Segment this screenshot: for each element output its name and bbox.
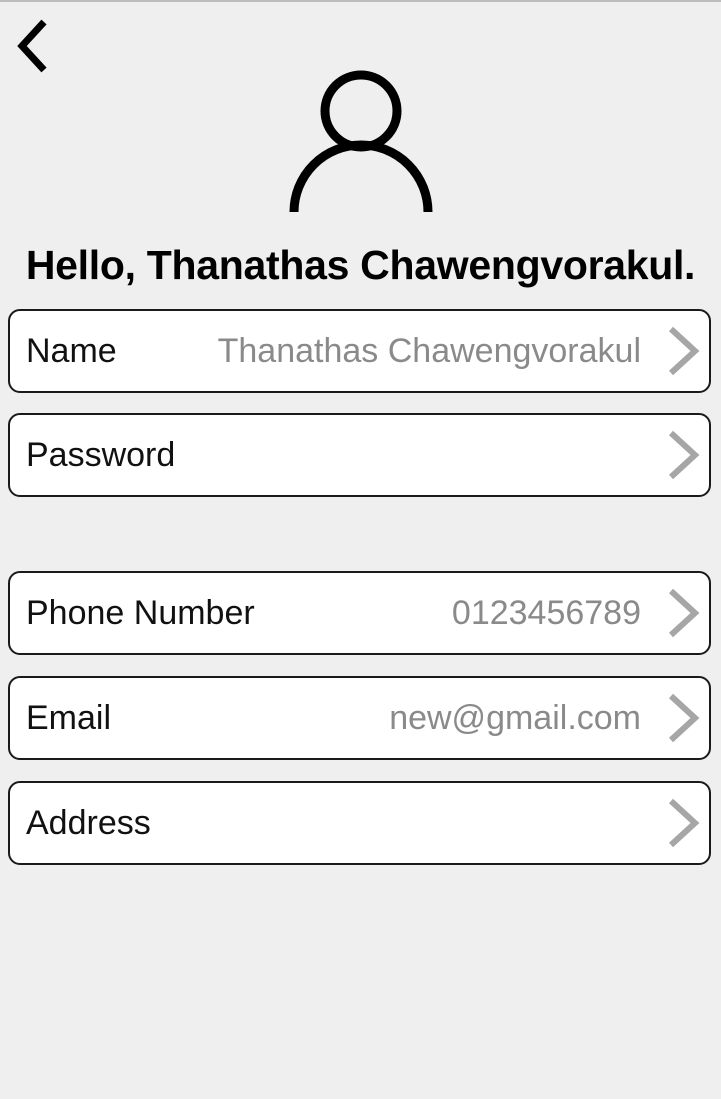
- chevron-left-icon: [17, 19, 47, 73]
- profile-row-email[interactable]: Email new@gmail.com: [8, 676, 711, 760]
- top-divider: [0, 0, 721, 2]
- row-value: new@gmail.com: [389, 699, 641, 737]
- row-label: Address: [26, 804, 151, 842]
- chevron-right-icon: [665, 797, 701, 849]
- profile-row-phone-number[interactable]: Phone Number 0123456789: [8, 571, 711, 655]
- profile-row-password[interactable]: Password: [8, 413, 711, 497]
- back-button[interactable]: [10, 14, 60, 78]
- profile-row-address[interactable]: Address: [8, 781, 711, 865]
- chevron-right-icon: [665, 587, 701, 639]
- row-label: Email: [26, 699, 112, 737]
- greeting-title: Hello, Thanathas Chawengvorakul.: [25, 242, 696, 288]
- chevron-right-icon: [665, 692, 701, 744]
- row-label: Phone Number: [26, 594, 255, 632]
- avatar: [284, 70, 438, 214]
- profile-row-name[interactable]: Name Thanathas Chawengvorakul: [8, 309, 711, 393]
- row-value: 0123456789: [451, 594, 641, 632]
- user-profile-icon: [289, 70, 433, 213]
- row-label: Password: [26, 436, 176, 474]
- chevron-right-icon: [665, 325, 701, 377]
- row-label: Name: [26, 332, 117, 370]
- chevron-right-icon: [665, 429, 701, 481]
- row-value: Thanathas Chawengvorakul: [217, 332, 641, 370]
